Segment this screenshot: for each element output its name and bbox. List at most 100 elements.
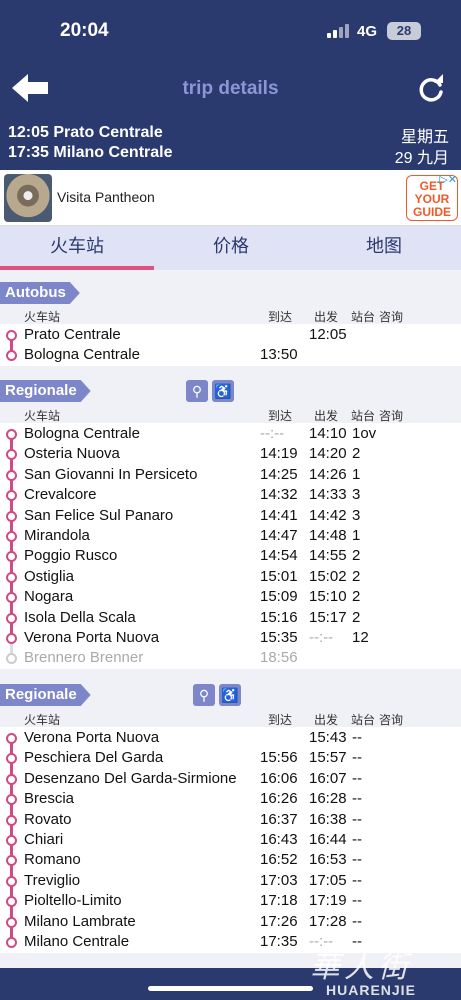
summary-arrival: 17:35 Milano Centrale [8,144,173,161]
ad-text: Visita Pantheon [57,189,155,205]
stop-departure: 14:42 [309,506,347,524]
stop-station: Isola Della Scala [24,608,136,626]
stop-arrival: 14:25 [260,465,298,483]
stop-dot-icon [6,490,17,502]
stop-dot-icon [6,531,17,542]
col-info: 咨询 [379,310,404,324]
tab-map[interactable]: 地图 [307,226,461,270]
stop-row[interactable]: Chiari 16:43 16:44 -- [0,830,461,850]
summary-departure: 12:05 Prato Centrale [8,124,163,141]
stop-row[interactable]: Mirandola 14:47 14:48 1 [0,526,461,546]
stop-platform: -- [352,851,362,869]
stop-row[interactable]: Bologna Centrale --:-- 14:10 1ov [0,424,461,444]
stop-row[interactable]: Nogara 15:09 15:10 2 [0,587,461,607]
stop-dot-icon [6,429,17,440]
stop-platform: 1 [352,465,361,483]
stop-station: San Felice Sul Panaro [24,506,174,524]
stop-arrival: 15:01 [260,567,298,585]
stop-row[interactable]: Romano 16:52 16:53 -- [0,850,461,870]
stop-departure: 12:05 [309,326,347,343]
stop-station: Nogara [24,588,74,606]
stop-station: San Giovanni In Persiceto [24,465,198,483]
stop-departure: 14:10 [309,425,347,442]
tab-bar: 火车站 价格 地图 [0,226,461,270]
tab-stations[interactable]: 火车站 [0,226,154,270]
stop-dot-icon [6,814,17,826]
stop-arrival: 16:43 [260,831,298,848]
stop-dot-icon [6,612,17,624]
stop-platform: 3 [352,486,361,504]
col-departure: 出发 [314,713,339,727]
stop-departure: 16:07 [309,769,347,787]
col-station: 火车站 [24,409,61,423]
itinerary-list: Autobus Tper B0400 火车站 到达 出发 站台 咨询 Prato… [0,270,461,968]
stop-row[interactable]: Osteria Nuova 14:19 14:20 2 [0,444,461,464]
stop-row[interactable]: Verona Porta Nuova 15:43 -- [0,728,461,748]
refresh-button[interactable] [416,74,446,104]
ad-banner[interactable]: Visita Pantheon GET YOUR GUIDE ▷✕ [0,170,461,226]
stop-platform: 1ov [352,425,377,442]
stop-dot-icon [6,592,17,604]
stop-row[interactable]: Desenzano Del Garda-Sirmione 16:06 16:07 -- [0,769,461,789]
bike-icon: ⚲ [193,684,215,706]
ad-image [4,174,52,222]
stop-row[interactable]: Isola Della Scala 15:16 15:17 2 [0,608,461,628]
signal-icon [327,24,351,38]
stop-arrival: 17:18 [260,892,298,910]
stop-arrival: 16:06 [260,769,298,787]
wheelchair-icon: ♿ [212,380,234,402]
stop-row[interactable]: Ostiglia 15:01 15:02 2 [0,567,461,587]
stop-row[interactable]: San Giovanni In Persiceto 14:25 14:26 1 [0,465,461,485]
column-header: 火车站 到达 出发 站台 咨询 [0,407,461,423]
stop-dot-icon [6,835,17,846]
stop-row[interactable]: Prato Centrale 12:05 [0,325,461,345]
stop-row[interactable]: Pioltello-Limito 17:18 17:19 -- [0,891,461,911]
stop-departure: 15:02 [309,567,347,585]
stop-dot-icon [6,571,17,583]
stop-platform: -- [352,871,362,889]
stop-dot-icon [6,896,17,908]
stop-row[interactable]: Milano Lambrate 17:26 17:28 -- [0,912,461,932]
tab-prices[interactable]: 价格 [154,226,308,270]
stop-row[interactable]: Brescia 16:26 16:28 -- [0,789,461,809]
stop-row[interactable]: Brennero Brenner 18:56 [0,648,461,668]
stop-dot-icon [6,330,17,341]
stop-arrival: 15:56 [260,749,298,767]
stop-row[interactable]: Rovato 16:37 16:38 -- [0,810,461,830]
stop-dot-icon [6,510,17,522]
stop-row[interactable]: Treviglio 17:03 17:05 -- [0,871,461,891]
stop-platform: -- [352,769,362,787]
stop-platform: 2 [352,445,361,463]
stop-row[interactable]: Crevalcore 14:32 14:33 3 [0,485,461,505]
stop-departure: 16:28 [309,790,347,808]
stop-departure: 14:33 [309,486,347,504]
stop-departure: 15:57 [309,749,347,767]
watermark-logo: 華人街 HUARENJIE [310,950,416,998]
stop-arrival: 18:56 [260,649,298,667]
stop-platform: -- [352,749,362,767]
stop-row[interactable]: Verona Porta Nuova 15:35 --:-- 12 [0,628,461,648]
stop-departure: 15:43 [309,729,347,746]
stop-station: Milano Lambrate [24,912,136,930]
stop-arrival: 16:26 [260,790,298,808]
stop-platform: 12 [352,629,369,646]
stop-row[interactable]: Poggio Rusco 14:54 14:55 2 [0,546,461,566]
stop-arrival: 15:09 [260,588,298,606]
stop-row[interactable]: San Felice Sul Panaro 14:41 14:42 3 [0,506,461,526]
home-indicator[interactable] [148,986,313,991]
col-station: 火车站 [24,713,61,727]
stop-row[interactable]: Peschiera Del Garda 15:56 15:57 -- [0,748,461,768]
ad-info-icon[interactable]: ▷✕ [439,173,457,186]
stop-station: Crevalcore [24,486,97,504]
stop-departure: 17:05 [309,871,347,889]
stop-arrival: 17:26 [260,912,298,930]
segment-name: Autobus Tper B0400 [0,282,80,304]
refresh-icon [419,74,443,102]
stop-station: Romano [24,851,81,869]
col-info: 咨询 [379,713,404,727]
trip-summary: 12:05 Prato Centrale 17:35 Milano Centra… [0,116,461,170]
stop-arrival: 13:50 [260,346,298,363]
stop-row[interactable]: Bologna Centrale 13:50 [0,345,461,365]
stop-platform: -- [352,790,362,808]
col-platform: 站台 [351,713,376,727]
